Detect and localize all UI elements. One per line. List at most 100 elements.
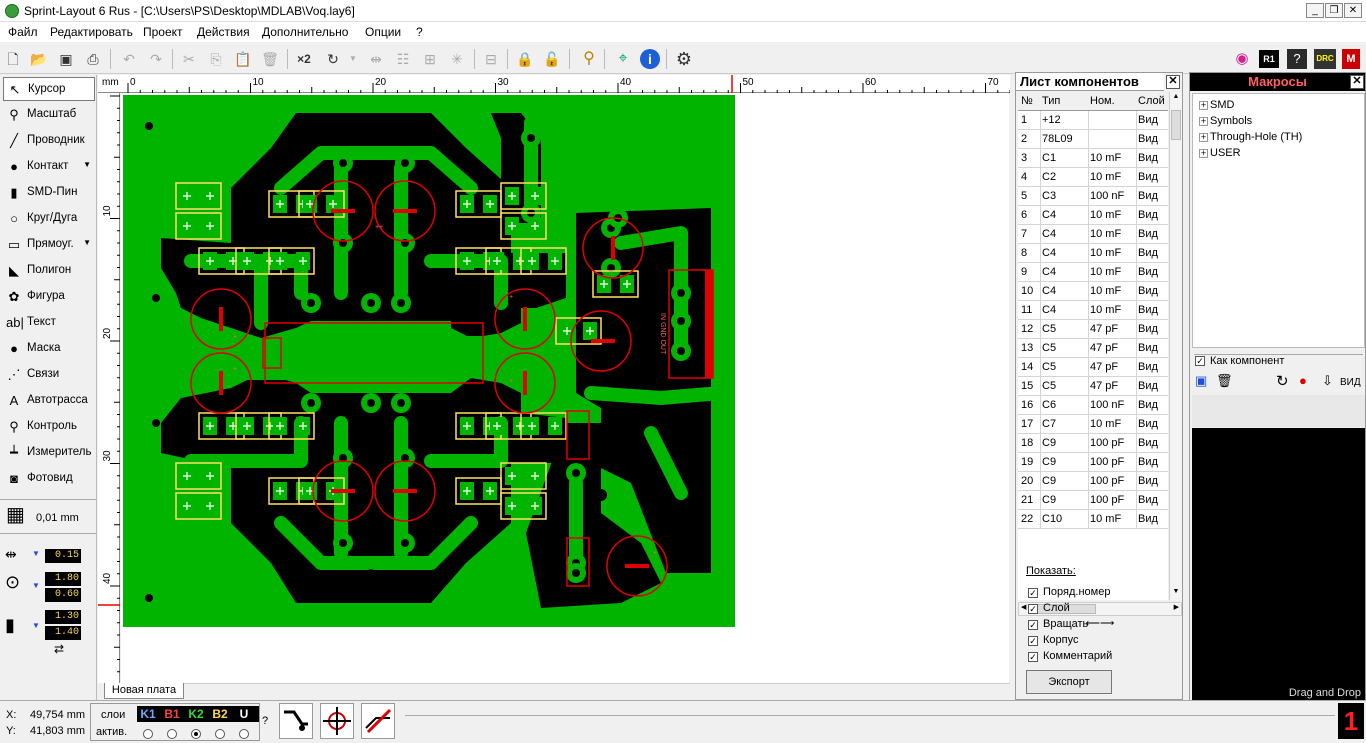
smd-width-field[interactable]: 1.30 [45,610,81,624]
layer-toggle[interactable]: U [235,707,253,721]
align-icon[interactable]: ☷ [392,48,414,70]
pad-outer-field[interactable]: 1.80 [45,572,81,586]
tool-2[interactable]: ╱ Проводник [3,129,95,153]
delete-icon[interactable]: 🗑 [259,48,281,70]
menu-help[interactable]: ? [416,25,423,39]
smd-height-field[interactable]: 1.40 [45,626,81,640]
save-macro-icon[interactable]: ▣ [1195,373,1207,389]
menu-actions[interactable]: Действия [197,25,250,39]
macro-preview[interactable]: Drag and Drop [1192,428,1365,703]
table-row[interactable]: 9 C4 10 mF Вид [1018,263,1168,282]
lock-icon[interactable]: 🔒 [514,48,536,70]
tool-11[interactable]: ⋰ Связи [3,363,95,387]
r1-icon[interactable]: R1 [1259,50,1279,68]
column-header[interactable]: Слой [1138,95,1165,107]
connections-icon[interactable]: ⌖ [612,48,634,70]
table-row[interactable]: 22 C10 10 mF Вид [1018,510,1168,529]
macro-icon[interactable]: M [1342,49,1360,69]
tool-6[interactable]: ▭ Прямоуг. ▼ [3,233,95,257]
tool-0[interactable]: ↖ Курсор [3,77,95,101]
tool-10[interactable]: ● Маска [3,337,95,361]
table-row[interactable]: 5 C3 100 nF Вид [1018,187,1168,206]
duplicate-button[interactable]: ×2 [293,48,315,70]
table-row[interactable]: 15 C5 47 pF Вид [1018,377,1168,396]
snap-button[interactable] [320,703,354,739]
layer-active-radio[interactable] [167,729,177,739]
minimize-button[interactable]: _ [1306,3,1324,18]
table-row[interactable]: 21 C9 100 pF Вид [1018,491,1168,510]
horizontal-scrollbar[interactable] [184,683,1010,699]
grid-icon[interactable]: ▦ [6,505,28,527]
expand-icon[interactable]: + [1199,100,1208,110]
layer-help-icon[interactable]: ? [262,715,268,727]
save-icon[interactable]: ▣ [55,48,77,70]
trace-mode-button[interactable] [279,703,313,739]
rotate-icon[interactable]: ↻ [322,48,344,70]
column-header[interactable]: Ном. [1090,95,1115,107]
delete-macro-icon[interactable]: 🗑 [1216,373,1233,389]
show-option-checkbox[interactable]: ✓ [1028,652,1038,662]
tool-4[interactable]: ▮ SMD-Пин [3,181,95,205]
table-row[interactable]: 18 C9 100 pF Вид [1018,434,1168,453]
maximize-button[interactable]: ❐ [1325,3,1343,18]
table-row[interactable]: 10 C4 10 mF Вид [1018,282,1168,301]
layer-toggle[interactable]: K1 [139,707,157,721]
close-button[interactable]: ✕ [1344,3,1362,18]
show-option-checkbox[interactable]: ✓ [1028,620,1038,630]
table-row[interactable]: 17 C7 10 mF Вид [1018,415,1168,434]
redo-icon[interactable]: ↷ [145,48,167,70]
copy-icon[interactable]: ⎘ [205,48,227,70]
layer-active-radio[interactable] [239,729,249,739]
menu-options[interactable]: Опции [365,25,401,39]
table-row[interactable]: 3 C1 10 mF Вид [1018,149,1168,168]
gear-icon[interactable]: ⚙ [673,48,695,70]
component-panel-close-icon[interactable]: ✕ [1166,75,1180,89]
grid-value[interactable]: 0,01 mm [36,512,79,524]
rotate-macro-icon[interactable]: ↻ [1276,372,1289,390]
tool-7[interactable]: ◣ Полигон [3,259,95,283]
smd-dropdown[interactable]: ▼ [32,621,40,630]
column-header[interactable]: Тип [1042,95,1060,107]
pcb-canvas[interactable]: + + + + + + + IN GND OUT [121,93,1009,683]
import-icon[interactable]: ⇩ [1322,373,1333,389]
layers-icon[interactable]: ⊟ [480,48,502,70]
undo-icon[interactable]: ↶ [118,48,140,70]
info-icon[interactable]: i [640,49,660,69]
as-component-checkbox[interactable]: ✓ [1195,356,1205,366]
layer-active-radio[interactable] [143,729,153,739]
layer-toggle[interactable]: B1 [163,707,181,721]
cut-icon[interactable]: ✂ [178,48,200,70]
chevron-down-icon[interactable]: ▼ [83,160,91,169]
component-table[interactable]: № Тип Ном. Слой 1 +12 Вид 2 78L09 Вид 3 C1 10 mF Вид 4… [1018,92,1168,600]
rubberband-button[interactable] [361,703,395,739]
tool-5[interactable]: ○ Круг/Дуга [3,207,95,231]
show-option-checkbox[interactable]: ✓ [1028,604,1038,614]
pcb-board[interactable]: + + ++ ++ + IN GND OUT [121,93,1009,683]
print-icon[interactable]: ⎙ [82,48,104,70]
track-width-dropdown[interactable]: ▼ [32,549,40,558]
macro-tree[interactable]: + SMD + Symbols + Through-Hole (TH) + USER [1192,93,1365,348]
mirror-icon[interactable]: ⇹ [365,48,387,70]
view-label[interactable]: ВИД [1340,377,1361,388]
macro-tree-node[interactable]: + USER [1199,147,1241,159]
help-icon[interactable]: ? [1287,49,1307,69]
paste-icon[interactable]: 📋 [232,48,254,70]
macro-tree-node[interactable]: + Through-Hole (TH) [1199,131,1302,143]
menu-extra[interactable]: Дополнительно [262,25,348,39]
table-row[interactable]: 12 C5 47 pF Вид [1018,320,1168,339]
zoom-icon[interactable]: ⚲ [578,48,600,70]
show-option-checkbox[interactable]: ✓ [1028,588,1038,598]
menu-project[interactable]: Проект [143,25,183,39]
layer-active-radio[interactable] [215,729,225,739]
new-file-icon[interactable]: 🗋 [2,48,24,70]
tool-8[interactable]: ✿ Фигура [3,285,95,309]
ungroup-icon[interactable]: ✳ [446,48,468,70]
show-option-checkbox[interactable]: ✓ [1028,636,1038,646]
group-icon[interactable]: ⊞ [419,48,441,70]
chevron-down-icon[interactable]: ▼ [83,238,91,247]
export-button[interactable]: Экспорт [1026,670,1112,694]
pad-inner-field[interactable]: 0.60 [45,588,81,602]
unlock-icon[interactable]: 🔓 [541,48,563,70]
menu-file[interactable]: Файл [8,25,38,39]
tool-14[interactable]: ┷ Измеритель [3,441,95,465]
